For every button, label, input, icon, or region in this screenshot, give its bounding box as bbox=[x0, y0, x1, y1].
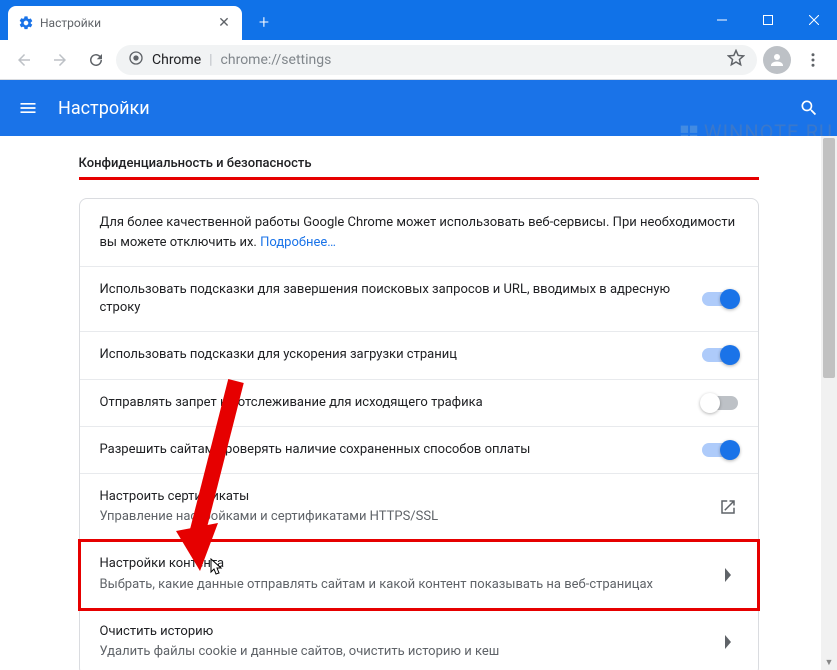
window-controls bbox=[699, 0, 837, 40]
toggle[interactable] bbox=[702, 396, 738, 410]
setting-row-payment-check[interactable]: Разрешить сайтам проверять наличие сохра… bbox=[80, 427, 758, 474]
hamburger-icon[interactable] bbox=[16, 96, 40, 120]
settings-card: Для более качественной работы Google Chr… bbox=[79, 198, 759, 670]
setting-row-autocomplete[interactable]: Использовать подсказки для завершения по… bbox=[80, 267, 758, 332]
tab-title: Настройки bbox=[40, 16, 101, 30]
row-title: Очистить историю bbox=[100, 623, 702, 641]
row-title: Отправлять запрет на отслеживание для ис… bbox=[100, 394, 686, 412]
row-title: Настройки контента bbox=[100, 555, 702, 573]
new-tab-button[interactable]: + bbox=[250, 8, 278, 36]
setting-row-clear-history[interactable]: Очистить историю Удалить файлы cookie и … bbox=[80, 609, 758, 670]
setting-row-content-settings[interactable]: Настройки контента Выбрать, какие данные… bbox=[80, 541, 758, 608]
setting-row-certificates[interactable]: Настроить сертификаты Управление настрой… bbox=[80, 474, 758, 541]
scrollbar-thumb[interactable] bbox=[823, 138, 835, 378]
toggle[interactable] bbox=[702, 348, 738, 362]
intro-row: Для более качественной работы Google Chr… bbox=[80, 199, 758, 267]
row-title: Настроить сертификаты bbox=[100, 488, 702, 506]
row-title: Использовать подсказки для завершения по… bbox=[100, 281, 686, 317]
browser-tab[interactable]: Настройки ✕ bbox=[8, 6, 242, 40]
chevron-right-icon bbox=[718, 565, 738, 585]
section-title: Конфиденциальность и безопасность bbox=[79, 148, 759, 180]
row-title: Разрешить сайтам проверять наличие сохра… bbox=[100, 441, 686, 459]
intro-text: Для более качественной работы Google Chr… bbox=[100, 215, 736, 250]
scrollbar[interactable]: ▲ ▼ bbox=[821, 136, 837, 670]
row-subtitle: Управление настройками и сертификатами H… bbox=[100, 508, 702, 526]
window-close-button[interactable] bbox=[791, 0, 837, 40]
profile-button[interactable] bbox=[761, 44, 793, 76]
reload-button[interactable] bbox=[80, 44, 112, 76]
site-icon bbox=[128, 50, 144, 70]
row-subtitle: Удалить файлы cookie и данные сайтов, оч… bbox=[100, 643, 702, 661]
url-path: chrome://settings bbox=[221, 52, 332, 68]
toggle[interactable] bbox=[702, 292, 738, 306]
forward-button[interactable] bbox=[44, 44, 76, 76]
row-title: Использовать подсказки для ускорения заг… bbox=[100, 346, 686, 364]
close-icon[interactable]: ✕ bbox=[216, 15, 232, 31]
minimize-button[interactable] bbox=[699, 0, 745, 40]
row-subtitle: Выбрать, какие данные отправлять сайтам … bbox=[100, 576, 702, 594]
address-bar[interactable]: Chrome | chrome://settings bbox=[116, 45, 757, 75]
toolbar: Chrome | chrome://settings bbox=[0, 40, 837, 80]
content-area: ▲ ▼ Конфиденциальность и безопасность Дл… bbox=[0, 136, 837, 670]
chevron-right-icon bbox=[718, 632, 738, 652]
setting-row-do-not-track[interactable]: Отправлять запрет на отслеживание для ис… bbox=[80, 380, 758, 427]
learn-more-link[interactable]: Подробнее… bbox=[260, 235, 336, 250]
external-link-icon bbox=[718, 497, 738, 517]
gear-icon bbox=[18, 15, 34, 31]
toggle[interactable] bbox=[702, 443, 738, 457]
setting-row-preload[interactable]: Использовать подсказки для ускорения заг… bbox=[80, 332, 758, 379]
url-host: Chrome bbox=[152, 52, 201, 68]
menu-button[interactable] bbox=[797, 44, 829, 76]
settings-header: Настройки WINNOTE.RU bbox=[0, 80, 837, 136]
maximize-button[interactable] bbox=[745, 0, 791, 40]
window-titlebar: Настройки ✕ + bbox=[0, 0, 837, 40]
page-title: Настройки bbox=[58, 98, 150, 119]
back-button[interactable] bbox=[8, 44, 40, 76]
bookmark-icon[interactable] bbox=[727, 49, 745, 71]
search-icon[interactable] bbox=[797, 96, 821, 120]
